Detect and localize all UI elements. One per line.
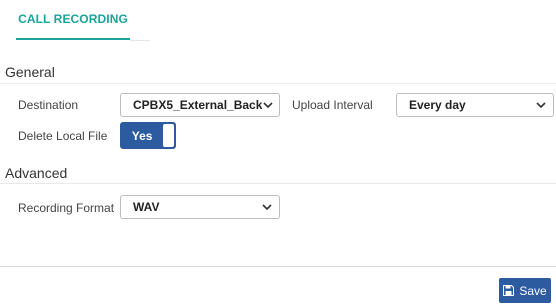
recording-format-select[interactable]: WAV xyxy=(120,195,280,219)
toggle-state-label: Yes xyxy=(131,128,153,143)
recording-format-label: Recording Format xyxy=(18,201,115,215)
delete-local-file-toggle[interactable]: Yes xyxy=(120,122,176,149)
section-divider-general xyxy=(0,83,556,84)
save-button-label: Save xyxy=(519,283,547,298)
destination-label: Destination xyxy=(18,98,79,112)
save-icon xyxy=(503,285,515,296)
tab-call-recording[interactable]: CALL RECORDING xyxy=(16,0,130,40)
recording-format-value: WAV xyxy=(133,200,160,214)
save-button[interactable]: Save xyxy=(499,278,551,303)
upload-interval-value: Every day xyxy=(409,98,466,112)
destination-select[interactable]: CPBX5_External_Backup xyxy=(120,93,280,117)
chevron-down-icon xyxy=(534,98,548,112)
toggle-knob xyxy=(163,124,174,147)
call-recording-settings: CALL RECORDING General Destination CPBX5… xyxy=(0,0,556,305)
section-title-general: General xyxy=(5,64,55,80)
chevron-down-icon xyxy=(262,98,274,112)
footer-divider xyxy=(0,266,556,267)
upload-interval-select[interactable]: Every day xyxy=(396,93,554,117)
section-title-advanced: Advanced xyxy=(5,165,68,181)
section-divider-advanced xyxy=(0,183,556,184)
destination-value: CPBX5_External_Backup xyxy=(133,98,262,112)
chevron-down-icon xyxy=(260,200,274,214)
delete-local-file-label: Delete Local File xyxy=(18,129,108,143)
upload-interval-label: Upload Interval xyxy=(292,98,373,112)
tab-divider xyxy=(130,40,150,41)
